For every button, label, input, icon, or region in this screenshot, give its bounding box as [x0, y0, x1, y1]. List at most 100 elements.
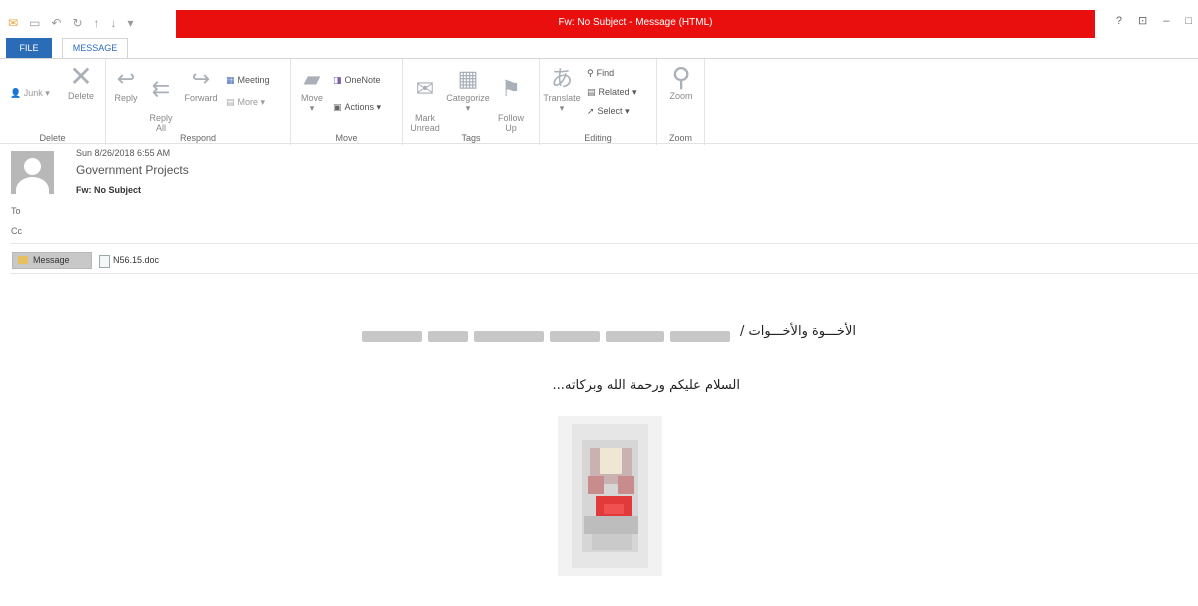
delete-x-icon: ✕	[69, 61, 93, 92]
cursor-icon: ➚	[587, 106, 595, 116]
dropdown-arrow-icon: ▾	[559, 103, 565, 113]
select-button[interactable]: ➚ Select ▾	[587, 105, 630, 117]
redacted-text	[550, 331, 600, 342]
window-title: Fw: No Subject - Message (HTML)	[558, 17, 713, 28]
doc-attachment[interactable]: N56.15.doc	[99, 252, 159, 269]
more-icon: ▤	[226, 97, 235, 107]
tags-group-label: Tags	[461, 133, 481, 143]
salutation-text: السلام عليكم ورحمة الله وبركاته...	[552, 378, 740, 393]
window-controls: ? ⊡ – □	[1116, 14, 1192, 28]
header-divider	[10, 243, 1198, 244]
editing-group: あ Translate ▾ ⚲ Find ▤ Related ▾ ➚ Select ▾ …	[540, 59, 657, 145]
redacted-text	[670, 331, 730, 342]
tab-message[interactable]: MESSAGE	[62, 38, 128, 59]
actions-label: Actions	[344, 102, 375, 112]
respond-group-label: Respond	[179, 133, 217, 143]
tab-file[interactable]: FILE	[6, 38, 52, 58]
forward-icon: ↪	[191, 66, 211, 91]
title-highlight-bar: Fw: No Subject - Message (HTML)	[176, 10, 1095, 38]
dropdown-arrow-icon: ▾	[629, 87, 637, 97]
categorize-label: Categorize	[446, 93, 490, 103]
ribbon-display-options-button[interactable]: ⊡	[1138, 14, 1147, 27]
undo-icon[interactable]: ↶	[51, 16, 61, 30]
find-label: Find	[596, 68, 615, 78]
help-button[interactable]: ?	[1116, 15, 1122, 27]
redo-icon[interactable]: ↻	[72, 16, 82, 30]
customize-qat-icon[interactable]: ▾	[128, 16, 134, 30]
avatar-body-shape	[16, 177, 49, 194]
dropdown-arrow-icon: ▾	[42, 88, 50, 98]
zoom-button[interactable]: ⚲ Zoom	[661, 62, 701, 101]
redacted-text	[606, 331, 664, 342]
up-arrow-icon[interactable]: ↑	[94, 16, 100, 30]
attachments-divider	[10, 273, 1198, 274]
find-button[interactable]: ⚲ Find	[587, 67, 614, 79]
reply-icon: ↩	[116, 66, 136, 91]
actions-icon: ▣	[333, 102, 342, 112]
pixelated-emblem-image	[540, 412, 680, 582]
move-button[interactable]: ▰ Move ▾	[297, 66, 327, 114]
onenote-label: OneNote	[344, 75, 381, 85]
translate-button[interactable]: あ Translate ▾	[542, 66, 582, 114]
redacted-text	[362, 331, 422, 342]
dropdown-arrow-icon: ▾	[374, 102, 382, 112]
cc-label: Cc	[11, 226, 22, 236]
sender-name[interactable]: Government Projects	[76, 163, 189, 177]
delete-group: 👤 Junk ▾ ✕ Delete Delete	[0, 59, 106, 145]
move-folder-icon: ▰	[303, 66, 321, 91]
ribbon: 👤 Junk ▾ ✕ Delete Delete ↩ Reply ⇇ Reply…	[0, 58, 1198, 145]
quick-access-toolbar: ✉ ▭ ↶ ↻ ↑ ↓ ▾	[8, 14, 134, 32]
meeting-icon: ▦	[226, 75, 235, 85]
avatar-head-shape	[24, 158, 41, 175]
related-label: Related	[598, 87, 630, 97]
more-label: More	[237, 97, 259, 107]
mail-icon: ✉	[8, 16, 19, 30]
move-group-label: Move	[335, 133, 358, 143]
respond-group: ↩ Reply ⇇ Reply All ↪ Forward ▦ Meeting ▤…	[106, 59, 291, 145]
message-attachment-tab[interactable]: Message	[12, 252, 92, 269]
meeting-button[interactable]: ▦ Meeting	[226, 74, 270, 86]
binoculars-icon: ⚲	[587, 68, 594, 78]
zoom-group: ⚲ Zoom Zoom	[657, 59, 705, 145]
magnifier-icon: ⚲	[671, 62, 691, 92]
more-respond-button[interactable]: ▤ More ▾	[226, 96, 265, 108]
reply-all-icon: ⇇	[151, 76, 171, 101]
delete-button[interactable]: ✕ Delete	[62, 61, 100, 102]
translate-icon: あ	[550, 66, 573, 91]
onenote-button[interactable]: ◨ OneNote	[333, 74, 381, 86]
forward-button[interactable]: ↪ Forward	[180, 66, 222, 104]
to-label: To	[11, 206, 21, 216]
minimize-button[interactable]: –	[1163, 15, 1169, 27]
categorize-button[interactable]: ▦ Categorize ▾	[445, 66, 491, 114]
reply-label: Reply	[114, 93, 138, 103]
mark-unread-button[interactable]: ✉ Mark Unread	[407, 67, 443, 134]
reply-all-button[interactable]: ⇇ Reply All	[144, 67, 178, 134]
save-icon[interactable]: ▭	[29, 16, 40, 30]
delete-label: Delete	[67, 91, 94, 101]
actions-button[interactable]: ▣ Actions ▾	[333, 101, 381, 113]
related-button[interactable]: ▤ Related ▾	[587, 86, 637, 98]
sender-avatar	[11, 151, 54, 194]
dropdown-arrow-icon: ▾	[258, 97, 266, 107]
maximize-button[interactable]: □	[1185, 15, 1192, 27]
follow-up-label: Follow Up	[497, 113, 524, 133]
message-date: Sun 8/26/2018 6:55 AM	[76, 148, 171, 158]
greeting-text: الأخـــوة والأخـــوات /	[740, 324, 856, 339]
message-subject: Fw: No Subject	[76, 185, 141, 195]
tags-group: ✉ Mark Unread ▦ Categorize ▾ ⚑ Follow Up …	[403, 59, 540, 145]
editing-group-label: Editing	[584, 133, 612, 143]
reply-button[interactable]: ↩ Reply	[110, 66, 142, 104]
redacted-text	[428, 331, 468, 342]
move-group: ▰ Move ▾ ◨ OneNote ▣ Actions ▾ Move	[291, 59, 403, 145]
mark-unread-label: Mark Unread	[410, 113, 440, 133]
zoom-label: Zoom	[669, 91, 693, 101]
dropdown-arrow-icon: ▾	[309, 103, 315, 113]
delete-group-label: Delete	[39, 133, 66, 143]
down-arrow-icon[interactable]: ↓	[111, 16, 117, 30]
follow-up-button[interactable]: ⚑ Follow Up	[493, 67, 529, 134]
junk-button[interactable]: 👤 Junk ▾	[10, 87, 50, 99]
title-bar: ✉ ▭ ↶ ↻ ↑ ↓ ▾ Fw: No Subject - Message (…	[0, 0, 1198, 38]
categorize-icon: ▦	[457, 66, 479, 91]
ribbon-tabs: FILE MESSAGE	[0, 38, 1198, 59]
mark-unread-icon: ✉	[415, 76, 435, 101]
